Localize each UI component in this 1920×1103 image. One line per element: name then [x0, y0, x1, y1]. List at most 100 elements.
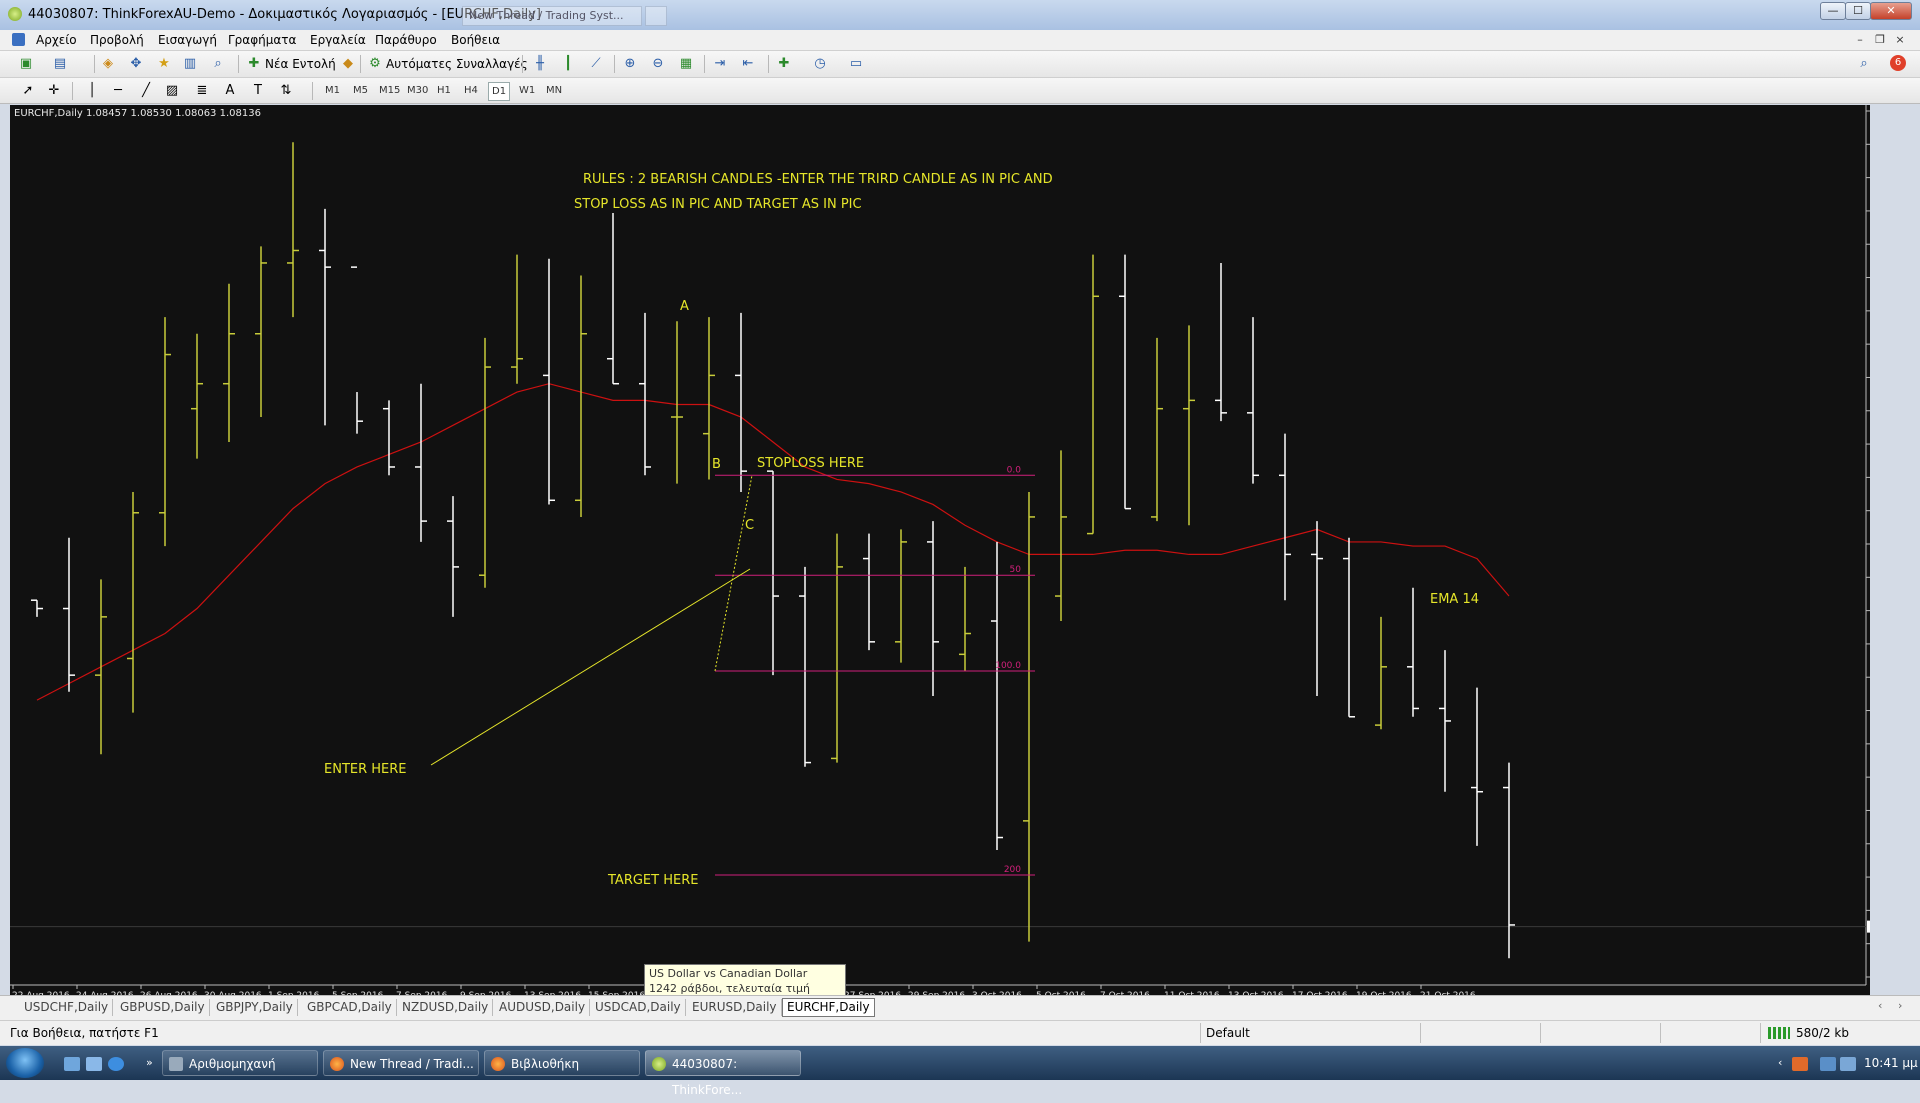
- minimize-button[interactable]: —: [1820, 2, 1846, 20]
- menu-insert[interactable]: Εισαγωγή: [158, 33, 217, 47]
- timeframe-h4[interactable]: H4: [461, 82, 481, 99]
- zoom-out-icon[interactable]: ⊖: [650, 56, 666, 72]
- start-button[interactable]: [6, 1048, 44, 1078]
- taskbar-task-firefox-thread[interactable]: New Thread / Tradi...: [323, 1050, 479, 1076]
- tabs-scroll-right-icon[interactable]: ›: [1898, 999, 1902, 1012]
- network-icon[interactable]: [1820, 1057, 1836, 1071]
- timeframe-w1[interactable]: W1: [516, 82, 538, 99]
- tab-nzdusd[interactable]: NZDUSD,Daily: [398, 999, 494, 1016]
- timeframe-h1[interactable]: H1: [434, 82, 454, 99]
- task-label: New Thread / Tradi...: [350, 1057, 474, 1071]
- new-order-icon[interactable]: ✚: [246, 56, 262, 72]
- toolbar-separator: [614, 55, 615, 73]
- bar-chart-icon[interactable]: ╫: [532, 56, 548, 72]
- tabs-scroll-left-icon[interactable]: ‹: [1878, 999, 1882, 1012]
- profiles-icon[interactable]: ▤: [52, 56, 68, 72]
- timeframe-mn[interactable]: MN: [543, 82, 565, 99]
- fib-base-line: [714, 475, 753, 672]
- tray-app-icon[interactable]: [1792, 1057, 1808, 1071]
- autoscroll-icon[interactable]: ⇥: [712, 56, 728, 72]
- vertical-line-icon[interactable]: │: [84, 83, 100, 99]
- metaeditor-icon[interactable]: ◆: [340, 56, 356, 72]
- taskbar-task-library[interactable]: Βιβλιοθήκη: [484, 1050, 640, 1076]
- text-label-tool[interactable]: T: [250, 83, 266, 99]
- channel-icon[interactable]: ▨: [164, 83, 180, 99]
- mdi-close-button[interactable]: ×: [1892, 32, 1908, 47]
- menu-tools[interactable]: Εργαλεία: [310, 33, 366, 47]
- indicators-icon[interactable]: ✚: [776, 56, 792, 72]
- tab-usdcad[interactable]: USDCAD,Daily: [591, 999, 686, 1016]
- menu-charts[interactable]: Γραφήματα: [228, 33, 296, 47]
- tile-windows-icon[interactable]: ▦: [678, 56, 694, 72]
- close-button[interactable]: ✕: [1870, 2, 1912, 20]
- menu-file[interactable]: Αρχείο: [36, 33, 77, 47]
- toolbar-separator: [72, 82, 73, 100]
- quick-launch-more-icon[interactable]: »: [146, 1056, 153, 1069]
- tab-eurusd[interactable]: EURUSD,Daily: [688, 999, 782, 1016]
- volume-icon[interactable]: [1840, 1057, 1856, 1071]
- zoom-in-icon[interactable]: ⊕: [622, 56, 638, 72]
- timeframe-m15[interactable]: M15: [376, 82, 403, 99]
- line-chart-icon[interactable]: ⟋: [588, 56, 604, 72]
- tab-gbpcad[interactable]: GBPCAD,Daily: [303, 999, 397, 1016]
- clock[interactable]: 10:41 μμ: [1864, 1056, 1918, 1070]
- strategy-tester-icon[interactable]: ⌕: [210, 56, 226, 72]
- chart-canvas[interactable]: 1.100951.100151.099351.098551.097751.096…: [10, 105, 1910, 1001]
- background-window-tab[interactable]: New Thread / Trading Syst...: [462, 6, 642, 26]
- taskbar-task-metatrader[interactable]: 44030807: ThinkFore...: [645, 1050, 801, 1097]
- candlestick-icon[interactable]: ┃: [560, 56, 576, 72]
- notifications-badge[interactable]: 6: [1890, 55, 1906, 71]
- internet-explorer-icon[interactable]: [108, 1057, 124, 1071]
- new-order-button[interactable]: Νέα Εντολή: [265, 55, 336, 73]
- fib-level-label: 200: [1004, 865, 1021, 875]
- show-desktop-icon[interactable]: [64, 1057, 80, 1071]
- arrows-icon[interactable]: ⇅: [278, 83, 294, 99]
- auto-trading-button[interactable]: Αυτόματες Συναλλαγές: [386, 55, 528, 73]
- auto-trading-icon[interactable]: ⚙: [367, 56, 383, 72]
- menu-window[interactable]: Παράθυρο: [375, 33, 437, 47]
- market-watch-icon[interactable]: ◈: [100, 56, 116, 72]
- tab-gbpjpy[interactable]: GBPJPY,Daily: [212, 999, 298, 1016]
- search-icon[interactable]: ⌕: [1856, 56, 1872, 72]
- tab-gbpusd[interactable]: GBPUSD,Daily: [116, 999, 210, 1016]
- timeframe-m30[interactable]: M30: [404, 82, 431, 99]
- chart-shift-icon[interactable]: ⇤: [740, 56, 756, 72]
- tab-usdchf[interactable]: USDCHF,Daily: [20, 999, 114, 1016]
- periods-icon[interactable]: ◷: [812, 56, 828, 72]
- tab-eurchf[interactable]: EURCHF,Daily: [782, 998, 875, 1017]
- horizontal-line-icon[interactable]: ─: [110, 83, 126, 99]
- task-label: Βιβλιοθήκη: [511, 1057, 580, 1071]
- mdi-minimize-button[interactable]: –: [1852, 32, 1868, 47]
- taskbar-task-calculator[interactable]: Αριθμομηχανή: [162, 1050, 318, 1076]
- tray-expand-icon[interactable]: ‹: [1778, 1056, 1782, 1069]
- mdi-restore-button[interactable]: ❐: [1872, 32, 1888, 47]
- menu-help[interactable]: Βοήθεια: [451, 33, 500, 47]
- timeframe-m1[interactable]: M1: [322, 82, 343, 99]
- terminal-icon[interactable]: ▥: [182, 56, 198, 72]
- navigator-icon[interactable]: ★: [156, 56, 172, 72]
- crosshair-icon[interactable]: ✛: [46, 83, 62, 99]
- windows-taskbar: » Αριθμομηχανή New Thread / Tradi... Βιβ…: [0, 1046, 1920, 1097]
- label-c: C: [745, 518, 754, 533]
- fibonacci-icon[interactable]: ≣: [194, 83, 210, 99]
- metatrader-icon: [652, 1057, 666, 1071]
- text-tool[interactable]: A: [222, 83, 238, 99]
- switch-windows-icon[interactable]: [86, 1057, 102, 1071]
- timeframe-m5[interactable]: M5: [350, 82, 371, 99]
- tab-audusd[interactable]: AUDUSD,Daily: [495, 999, 591, 1016]
- maximize-button[interactable]: ☐: [1845, 2, 1871, 20]
- new-chart-icon[interactable]: ▣: [18, 56, 34, 72]
- task-label: Αριθμομηχανή: [189, 1057, 276, 1071]
- background-window-tab-2[interactable]: [645, 6, 667, 26]
- app-icon: [8, 7, 22, 21]
- cursor-icon[interactable]: ➚: [20, 83, 36, 99]
- trendline-icon[interactable]: ╱: [138, 83, 154, 99]
- menu-view[interactable]: Προβολή: [90, 33, 144, 47]
- fib-level-label: 0.0: [1007, 465, 1022, 475]
- toolbar-separator: [522, 55, 523, 73]
- data-window-icon[interactable]: ✥: [128, 56, 144, 72]
- timeframe-d1[interactable]: D1: [488, 82, 511, 101]
- price-chart[interactable]: 1.100951.100151.099351.098551.097751.096…: [10, 105, 1910, 1001]
- status-separator: [1760, 1023, 1761, 1043]
- templates-icon[interactable]: ▭: [848, 56, 864, 72]
